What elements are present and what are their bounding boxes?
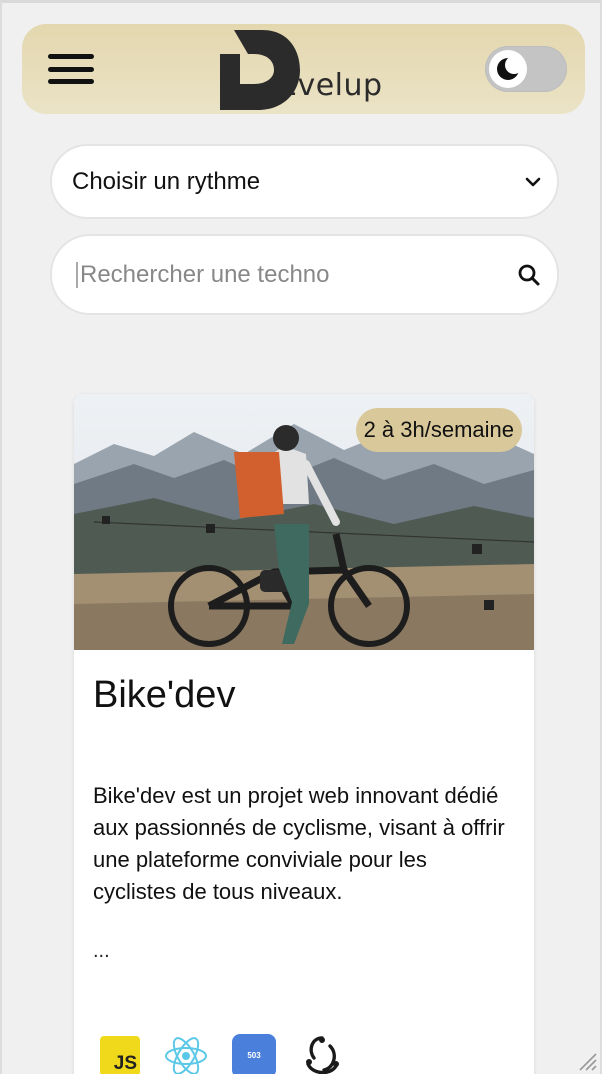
- react-icon: [165, 1037, 207, 1074]
- description-ellipsis: ...: [93, 940, 110, 962]
- menu-icon[interactable]: [48, 52, 94, 86]
- logo-text: Evelup: [278, 68, 383, 103]
- search-box: [50, 234, 559, 315]
- api-doc-icon: 503: [232, 1034, 276, 1074]
- rhythm-select-value: Choisir un rythme: [72, 167, 261, 195]
- redux-icon: [306, 1036, 339, 1074]
- resize-handle-icon[interactable]: [572, 1046, 598, 1072]
- header: Evelup: [22, 24, 585, 114]
- project-title: Bike'dev: [93, 674, 236, 716]
- rhythm-select[interactable]: Choisir un rythme: [50, 144, 559, 219]
- project-card[interactable]: 2 à 3h/semaine Bike'dev Bike'dev est un …: [74, 394, 534, 1074]
- search-input[interactable]: [80, 260, 517, 289]
- project-description: Bike'dev est un projet web innovant dédi…: [93, 783, 505, 904]
- javascript-icon-label: JS: [113, 1053, 137, 1074]
- theme-toggle[interactable]: [485, 46, 567, 92]
- chevron-down-icon: [525, 177, 541, 186]
- moon-icon: [489, 50, 527, 88]
- javascript-icon: JS: [100, 1036, 140, 1074]
- text-caret: [76, 261, 78, 288]
- tech-list: JS 503: [100, 1034, 344, 1074]
- rhythm-badge: 2 à 3h/semaine: [355, 408, 522, 452]
- api-doc-icon-label: 503: [247, 1051, 261, 1060]
- search-icon[interactable]: [517, 263, 541, 287]
